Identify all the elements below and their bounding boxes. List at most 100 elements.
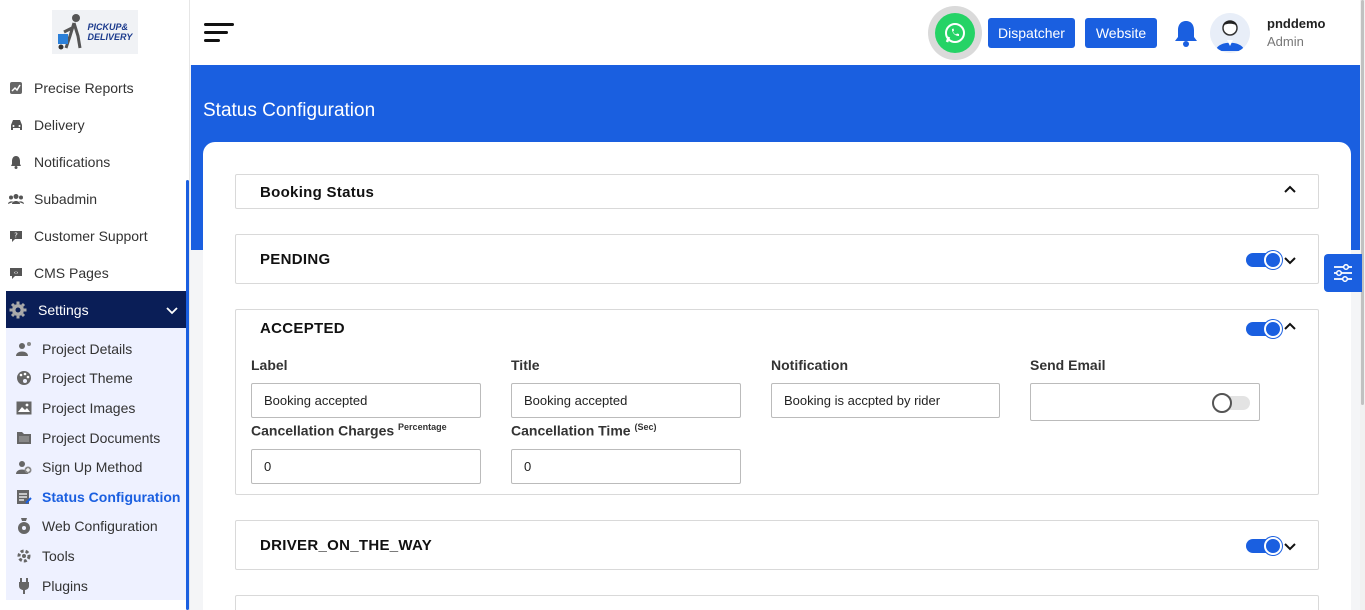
sidebar-nav: Precise Reports Delivery Notifications S… [0,69,189,328]
cancellation-charges-input[interactable]: 0 [251,449,481,484]
sidebar-item-project-images[interactable]: Project Images [6,393,186,423]
sidebar-item-tools[interactable]: Tools [6,541,186,571]
documents-icon [16,430,32,446]
notification-input[interactable]: Booking is accpted by rider [771,383,1000,418]
page-scrollbar-thumb[interactable] [1361,0,1364,405]
user-plus-icon [16,459,32,475]
pending-enable-toggle[interactable] [1246,251,1282,269]
sidebar-item-label: Notifications [34,153,111,170]
sidebar-item-label: Precise Reports [34,79,134,96]
sidebar-item-label: CMS Pages [34,264,109,281]
sidebar-item-delivery[interactable]: Delivery [0,106,189,143]
logo-text-line2: DELIVERY [87,32,133,42]
top-header: Dispatcher Website pnddemo Admin [190,0,1365,65]
palette-icon [16,370,32,386]
website-button[interactable]: Website [1085,18,1157,48]
cancellation-charges-label: Cancellation Charges Percentage [251,422,447,439]
chevron-up-icon[interactable] [1283,184,1297,194]
booking-status-title: Booking Status [260,184,375,201]
sidebar-item-plugins[interactable]: Plugins [6,571,186,601]
users-icon [8,191,24,207]
whatsapp-button[interactable] [928,6,982,60]
sidebar-item-label: Settings [38,301,89,318]
status-name: PENDING [260,251,331,268]
sidebar-item-precise-reports[interactable]: Precise Reports [0,69,189,106]
user-name[interactable]: pnddemo [1267,16,1326,31]
whatsapp-icon [935,13,975,53]
sidebar-item-status-configuration[interactable]: Status Configuration [6,482,186,512]
chart-icon [8,80,24,96]
cancellation-time-label-text: Cancellation Time [511,422,631,439]
plug-icon [16,577,32,594]
sidebar-item-label: Sign Up Method [42,459,143,476]
image-icon [16,400,32,416]
page-title: Status Configuration [203,100,376,121]
sidebar-item-label: Web Configuration [42,518,158,535]
sidebar-scrollbar[interactable] [186,180,189,610]
notification-bell-icon[interactable] [1172,18,1200,48]
chevron-up-icon[interactable] [1283,321,1297,331]
menu-toggle-icon[interactable] [204,23,234,42]
chevron-down-icon[interactable] [1283,542,1297,552]
cancellation-time-input[interactable]: 0 [511,449,741,484]
sidebar-item-label: Project Details [42,340,133,357]
status-panel-next[interactable] [235,595,1319,610]
car-icon [8,117,24,133]
logo-text: PICKUP& DELIVERY [88,22,133,42]
driver-on-the-way-enable-toggle[interactable] [1246,537,1282,555]
sidebar-item-label: Project Images [42,399,136,416]
user-gear-icon [16,341,32,357]
sidebar-item-project-theme[interactable]: Project Theme [6,364,186,394]
sidebar-item-label: Plugins [42,577,88,594]
accepted-enable-toggle[interactable] [1246,320,1282,338]
chevron-down-icon[interactable] [1283,256,1297,266]
status-panel-driver-on-the-way[interactable]: DRIVER_ON_THE_WAY [235,520,1319,570]
logo-text-line1: PICKUP& [87,22,129,32]
title-field-label: Title [511,357,540,373]
sidebar-item-cms-pages[interactable]: ‹› CMS Pages [0,254,189,291]
svg-text:‹›: ‹› [14,269,19,276]
title-input[interactable]: Booking accepted [511,383,741,418]
sidebar-item-web-configuration[interactable]: Web Configuration [6,512,186,542]
sidebar-item-notifications[interactable]: Notifications [0,143,189,180]
sidebar-item-label: Customer Support [34,227,148,244]
send-email-field-label: Send Email [1030,357,1106,373]
send-email-toggle[interactable] [1212,393,1250,413]
settings-submenu: Project Details Project Theme Project Im… [6,328,186,601]
status-icon [16,489,32,505]
booking-status-header[interactable]: Booking Status [235,174,1319,209]
logo-image: PICKUP& DELIVERY [51,10,138,54]
sidebar-item-customer-support[interactable]: ? Customer Support [0,217,189,254]
cancellation-time-label: Cancellation Time (Sec) [511,422,656,439]
sidebar-item-project-details[interactable]: Project Details [6,334,186,364]
chevron-down-icon [166,302,178,318]
cancellation-time-unit: (Sec) [634,422,657,432]
sidebar-item-subadmin[interactable]: Subadmin [0,180,189,217]
status-panel-accepted: ACCEPTED Label Booking accepted Title Bo… [235,309,1319,495]
logo[interactable]: PICKUP& DELIVERY [0,0,189,64]
label-field-label: Label [251,357,288,373]
sidebar-item-label: Project Documents [42,429,161,446]
sidebar-item-settings[interactable]: Settings [6,291,186,328]
svg-text:?: ? [14,231,18,239]
dispatcher-button[interactable]: Dispatcher [988,18,1075,48]
delivery-man-icon [57,14,81,50]
settings-sliders-button[interactable] [1324,254,1362,292]
gear-icon [8,300,28,320]
sidebar-item-label: Status Configuration [42,488,181,505]
cancellation-charges-label-text: Cancellation Charges [251,422,395,439]
chat-icon: ‹› [8,265,24,281]
avatar[interactable] [1210,13,1250,53]
sidebar-item-label: Project Theme [42,370,133,387]
cancellation-charges-unit: Percentage [398,422,447,432]
status-name: ACCEPTED [260,320,345,337]
label-input[interactable]: Booking accepted [251,383,481,418]
status-panel-pending[interactable]: PENDING [235,234,1319,284]
tools-icon [16,548,32,564]
sidebar-item-sign-up-method[interactable]: Sign Up Method [6,452,186,482]
sidebar-item-label: Delivery [34,116,85,133]
support-icon: ? [8,228,24,244]
web-config-icon [16,518,32,535]
sidebar-item-project-documents[interactable]: Project Documents [6,423,186,453]
user-role: Admin [1267,34,1304,49]
